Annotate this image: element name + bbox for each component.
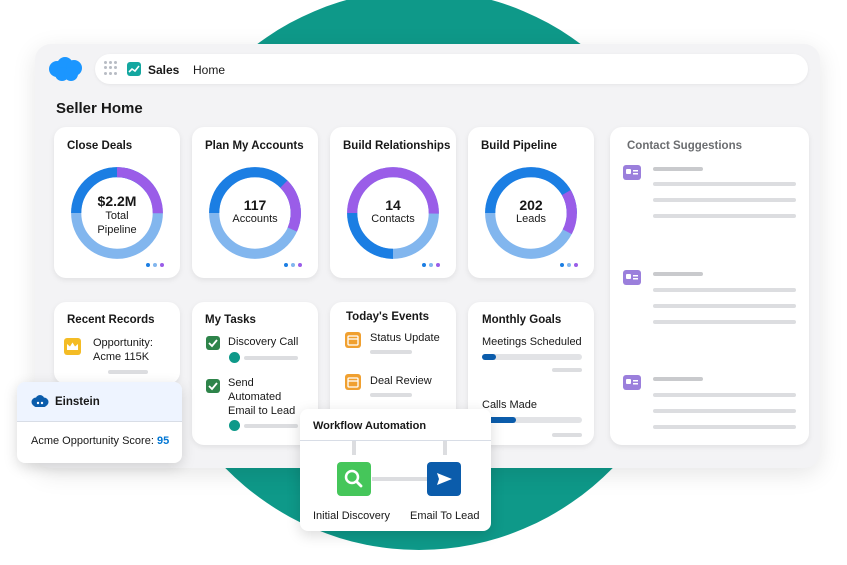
contact-card-icon[interactable]	[623, 375, 641, 390]
kpi-value: $2.2M	[97, 193, 137, 209]
kpi-card-build-pipeline[interactable]: Build Pipeline 202 Leads	[468, 127, 594, 278]
placeholder-line	[552, 433, 582, 437]
app-name: Sales	[148, 63, 180, 77]
app-launcher-icon[interactable]	[104, 61, 118, 75]
placeholder-line	[244, 356, 298, 360]
einstein-header: Einstein	[17, 382, 182, 422]
nav-home-link[interactable]: Home	[193, 63, 225, 77]
monthly-goals-title: Monthly Goals	[482, 314, 562, 326]
placeholder-line	[653, 393, 796, 397]
einstein-score-line: Acme Opportunity Score: 95	[31, 435, 169, 447]
placeholder-line	[653, 425, 796, 429]
placeholder-line	[244, 424, 298, 428]
kpi-card-plan-my-accounts[interactable]: Plan My Accounts 117 Accounts	[192, 127, 318, 278]
placeholder-line	[653, 288, 796, 292]
kpi-card-title: Close Deals	[67, 140, 133, 152]
placeholder-line	[653, 214, 796, 218]
placeholder-line	[653, 409, 796, 413]
event-label[interactable]: Deal Review	[370, 375, 432, 388]
goal-label: Meetings Scheduled	[482, 336, 582, 348]
contact-card-icon[interactable]	[623, 270, 641, 285]
placeholder-line	[653, 320, 796, 324]
kpi-label-line1: Contacts	[371, 213, 415, 225]
crown-icon	[64, 338, 81, 355]
goal-label: Calls Made	[482, 399, 538, 411]
step-label-initial-discovery: Initial Discovery	[313, 510, 391, 522]
recent-records-card: Recent Records Opportunity: Acme 115K	[54, 302, 180, 384]
kpi-card-build-relationships[interactable]: Build Relationships 14 Contacts	[330, 127, 456, 278]
score-value: 95	[156, 435, 170, 447]
event-label[interactable]: Status Update	[370, 332, 440, 345]
carousel-dots[interactable]	[284, 263, 302, 267]
todays-events-title: Today's Events	[346, 311, 430, 323]
kpi-value: 202	[519, 197, 543, 213]
goal-progress-fill	[482, 354, 496, 360]
task-label-line3[interactable]: Email to Lead	[228, 405, 295, 418]
kpi-card-title: Plan My Accounts	[205, 140, 304, 152]
kpi-value: 117	[243, 197, 267, 213]
contact-suggestions-card: Contact Suggestions	[610, 127, 809, 445]
contact-suggestions-title: Contact Suggestions	[627, 140, 743, 152]
placeholder-line	[653, 167, 703, 171]
goal-progress-bar	[482, 354, 582, 360]
page-title: Seller Home	[56, 100, 143, 117]
goal-progress-bar	[482, 417, 582, 423]
contact-card-icon[interactable]	[623, 165, 641, 180]
carousel-dots[interactable]	[422, 263, 440, 267]
placeholder-line	[370, 393, 412, 397]
kpi-value: 14	[385, 197, 401, 213]
kpi-card-title: Build Relationships	[343, 140, 451, 152]
einstein-card[interactable]: Einstein Acme Opportunity Score: 95	[17, 382, 182, 463]
task-label-line2[interactable]: Automated	[228, 391, 281, 404]
sales-app-icon	[127, 62, 141, 76]
kpi-label-line2: Pipeline	[97, 224, 137, 236]
record-line2[interactable]: Acme 115K	[93, 351, 149, 364]
record-line1[interactable]: Opportunity:	[93, 337, 153, 350]
checkbox-checked-icon[interactable]	[206, 336, 220, 350]
kpi-card-close-deals[interactable]: Close Deals $2.2M Total Pipeline	[54, 127, 180, 278]
carousel-dots[interactable]	[560, 263, 578, 267]
workflow-automation-card[interactable]: Workflow Automation Initial Discovery Em…	[300, 409, 491, 531]
kpi-label-line1: Leads	[516, 213, 546, 225]
workflow-title: Workflow Automation	[313, 420, 427, 432]
task-label-line1[interactable]: Send	[228, 377, 254, 390]
placeholder-line	[108, 370, 148, 374]
kpi-label-line1: Accounts	[232, 213, 278, 225]
placeholder-line	[653, 304, 796, 308]
todays-events-card: Today's Events Status Update Deal Review	[330, 302, 456, 422]
task-label[interactable]: Discovery Call	[228, 336, 298, 349]
workflow-connector	[352, 441, 447, 481]
placeholder-line	[552, 368, 582, 372]
salesforce-cloud-logo[interactable]	[47, 56, 83, 82]
placeholder-line	[653, 272, 703, 276]
send-step-icon[interactable]	[427, 462, 461, 496]
kpi-card-title: Build Pipeline	[481, 140, 558, 152]
einstein-name: Einstein	[55, 396, 100, 408]
kpi-label-line1: Total	[105, 210, 129, 222]
placeholder-line	[653, 182, 796, 186]
my-tasks-title: My Tasks	[205, 314, 256, 326]
carousel-dots[interactable]	[146, 263, 164, 267]
avatar	[229, 352, 240, 363]
step-label-email-to-lead: Email To Lead	[410, 510, 480, 522]
calendar-icon	[345, 332, 361, 348]
placeholder-line	[370, 350, 412, 354]
placeholder-line	[653, 377, 703, 381]
recent-records-title: Recent Records	[67, 314, 155, 326]
calendar-icon	[345, 374, 361, 390]
einstein-icon	[31, 395, 49, 407]
checkbox-checked-icon[interactable]	[206, 379, 220, 393]
score-label: Acme Opportunity Score:	[31, 435, 154, 447]
search-step-icon[interactable]	[337, 462, 371, 496]
avatar	[229, 420, 240, 431]
placeholder-line	[653, 198, 796, 202]
